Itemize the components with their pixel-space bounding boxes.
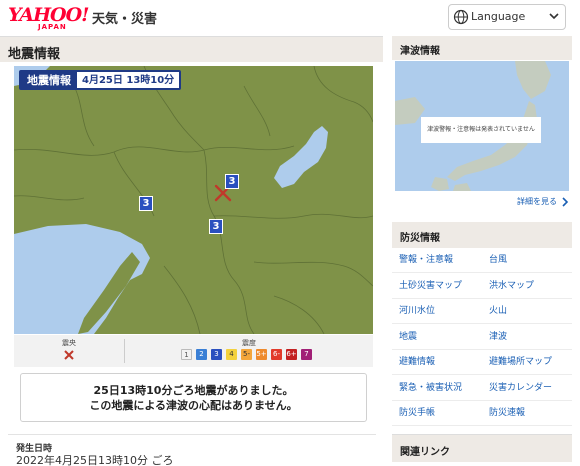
related-links-section-title: 関連リンク (392, 434, 572, 462)
logo-main-text: YAHOO! (8, 4, 89, 26)
earthquake-section-title: 地震情報 (0, 36, 383, 62)
intensity-level-swatch: 7 (301, 349, 312, 360)
intensity-level-swatch: 1 (181, 349, 192, 360)
logo-sub-text: JAPAN (38, 23, 67, 31)
tsunami-map[interactable]: 津波警報・注意報は発表されていません (395, 61, 569, 191)
service-name[interactable]: 天気・災害 (92, 8, 157, 27)
disaster-info-links: 警報・注意報 台風 土砂災害マップ 洪水マップ 河川水位 火山 地震 津波 避難情報 避難場所マッ… (392, 248, 572, 426)
occurrence-value: 2022年4月25日13時10分 ごろ (16, 454, 174, 466)
disaster-info-link[interactable]: 台風 (482, 248, 572, 273)
notice-line-2: この地震による津波の心配はありません。 (89, 399, 298, 412)
disaster-info-link[interactable]: 避難情報 (392, 350, 482, 375)
tsunami-status-message: 津波警報・注意報は発表されていません (421, 117, 541, 143)
disaster-info-link[interactable]: 緊急・被害状況 (392, 376, 482, 401)
intensity-level-swatch: 3 (211, 349, 222, 360)
tsunami-section-title: 津波情報 (392, 36, 572, 60)
epicenter-cross-icon (64, 350, 74, 360)
disaster-info-link[interactable]: 防災速報 (482, 401, 572, 426)
disaster-info-link[interactable]: 津波 (482, 325, 572, 350)
legend-intensity-label: 震度 (242, 339, 256, 347)
earthquake-notice: 25日13時10分ごろ地震がありました。 この地震による津波の心配はありません。 (20, 373, 367, 422)
legend-epicenter-label: 震央 (62, 339, 76, 347)
intensity-marker: 3 (139, 196, 153, 211)
disaster-info-link[interactable]: 火山 (482, 299, 572, 324)
yahoo-japan-logo[interactable]: YAHOO! JAPAN (8, 4, 89, 31)
chevron-down-icon (549, 13, 559, 20)
disaster-info-section-title: 防災情報 (392, 222, 572, 248)
disaster-info-link[interactable]: 避難場所マップ (482, 350, 572, 375)
chevron-right-icon[interactable] (561, 197, 569, 207)
intensity-marker: 3 (209, 219, 223, 234)
disaster-info-link[interactable]: 警報・注意報 (392, 248, 482, 273)
globe-icon (453, 9, 469, 25)
intensity-level-swatch: 4 (226, 349, 237, 360)
intensity-level-swatch: 6+ (286, 349, 297, 360)
disaster-info-link[interactable]: 洪水マップ (482, 274, 572, 299)
legend-intensity: 震度 1 2 3 4 5- 5+ 6- 6+ 7 (125, 335, 373, 367)
disaster-info-link[interactable]: 土砂災害マップ (392, 274, 482, 299)
intensity-level-swatch: 6- (271, 349, 282, 360)
disaster-info-link[interactable]: 災害カレンダー (482, 376, 572, 401)
language-label: Language (471, 10, 526, 23)
page-header: YAHOO! JAPAN 天気・災害 Language (0, 0, 580, 34)
earthquake-map[interactable]: 地震情報 4月25日 13時10分 3 3 3 (14, 66, 373, 334)
intensity-marker: 3 (225, 174, 239, 189)
map-label-time: 4月25日 13時10分 (82, 75, 175, 86)
tsunami-details-link[interactable]: 詳細を見る (517, 196, 557, 207)
earthquake-map-graphic (14, 66, 373, 334)
map-label-title: 地震情報 (21, 72, 77, 88)
disaster-info-link[interactable]: 河川水位 (392, 299, 482, 324)
legend-epicenter: 震央 (14, 335, 124, 367)
intensity-level-swatch: 5+ (256, 349, 267, 360)
intensity-level-swatch: 5- (241, 349, 252, 360)
intensity-level-swatch: 2 (196, 349, 207, 360)
notice-line-1: 25日13時10分ごろ地震がありました。 (93, 384, 294, 397)
language-selector[interactable]: Language (448, 4, 566, 30)
disaster-info-link[interactable]: 防災手帳 (392, 401, 482, 426)
intensity-scale: 1 2 3 4 5- 5+ 6- 6+ 7 (181, 349, 312, 360)
map-info-label: 地震情報 4月25日 13時10分 (19, 70, 182, 90)
divider (8, 434, 376, 435)
disaster-info-link[interactable]: 地震 (392, 325, 482, 350)
map-legend: 震央 震度 1 2 3 4 5- 5+ 6- 6+ 7 (14, 335, 373, 367)
